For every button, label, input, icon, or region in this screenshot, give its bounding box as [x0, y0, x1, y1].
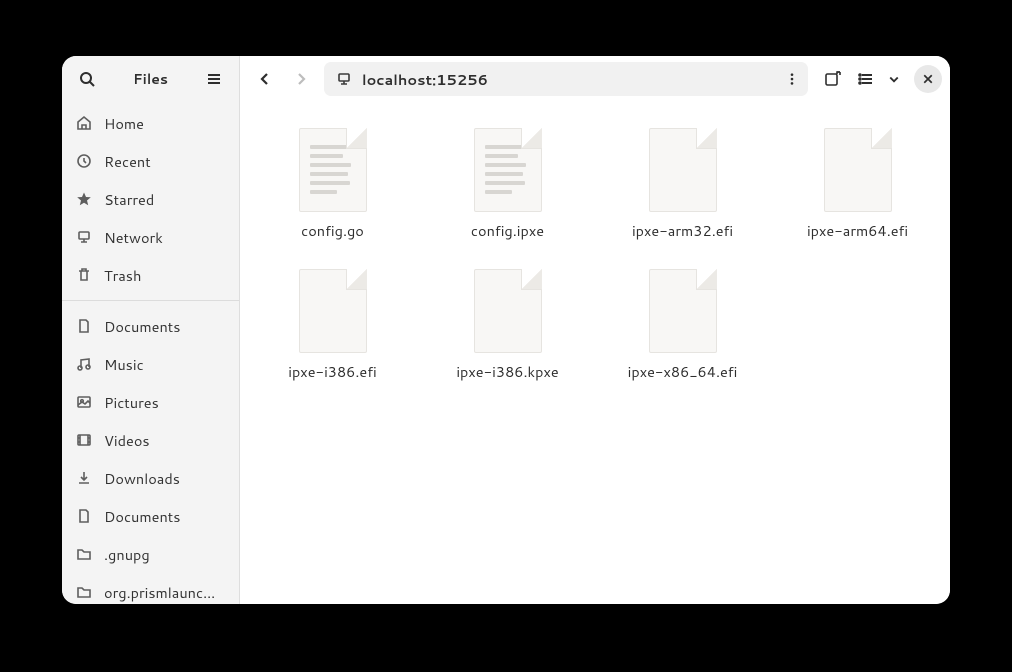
- sidebar-item-gnupg[interactable]: .gnupg: [62, 535, 239, 573]
- hamburger-menu-button[interactable]: [197, 62, 231, 96]
- generic-file-icon: [299, 269, 367, 353]
- generic-file-icon: [474, 269, 542, 353]
- sidebar-item-recent[interactable]: Recent: [62, 142, 239, 180]
- close-button[interactable]: [914, 65, 942, 93]
- download-icon: [76, 470, 92, 486]
- home-icon: [76, 115, 92, 131]
- sidebar-item-label: Music: [104, 354, 144, 375]
- sidebar-item-trash[interactable]: Trash: [62, 256, 239, 294]
- file-item[interactable]: ipxe-arm32.efi: [598, 124, 767, 245]
- sidebar-item-downloads[interactable]: Downloads: [62, 459, 239, 497]
- chevron-right-icon: [293, 71, 309, 87]
- videos-icon: [76, 432, 92, 448]
- toolbar: localhost:15256: [240, 56, 950, 102]
- trash-icon: [76, 267, 92, 283]
- sidebar-item-label: .gnupg: [104, 544, 150, 565]
- generic-file-icon: [649, 269, 717, 353]
- document-icon: [76, 508, 92, 524]
- network-icon: [76, 229, 92, 245]
- sidebar-item-documents2[interactable]: Documents: [62, 497, 239, 535]
- folder-icon: [76, 546, 92, 562]
- hamburger-icon: [206, 71, 222, 87]
- sidebar: Files Home Recent Starred Network: [62, 56, 240, 604]
- document-icon: [76, 318, 92, 334]
- file-label: ipxe-arm32.efi: [632, 220, 733, 241]
- back-button[interactable]: [248, 62, 282, 96]
- address-bar[interactable]: localhost:15256: [324, 62, 808, 96]
- sidebar-item-home[interactable]: Home: [62, 104, 239, 142]
- text-file-icon: [299, 128, 367, 212]
- file-label: config.ipxe: [471, 220, 544, 241]
- sidebar-item-label: Pictures: [104, 392, 159, 413]
- file-label: ipxe-x86_64.efi: [628, 361, 738, 382]
- file-item[interactable]: ipxe-arm64.efi: [773, 124, 942, 245]
- sidebar-item-label: Videos: [104, 430, 150, 451]
- forward-button[interactable]: [284, 62, 318, 96]
- file-label: config.go: [301, 220, 364, 241]
- sidebar-item-prismlauncher[interactable]: org.prismlaunc…: [62, 573, 239, 604]
- chevron-left-icon: [257, 71, 273, 87]
- sidebar-item-pictures[interactable]: Pictures: [62, 383, 239, 421]
- folder-icon: [76, 584, 92, 600]
- sidebar-item-network[interactable]: Network: [62, 218, 239, 256]
- close-icon: [922, 73, 934, 85]
- file-label: ipxe-i386.efi: [288, 361, 377, 382]
- new-tab-icon: [824, 70, 842, 88]
- sidebar-item-label: Documents: [104, 506, 180, 527]
- new-tab-button[interactable]: [816, 62, 850, 96]
- generic-file-icon: [824, 128, 892, 212]
- music-icon: [76, 356, 92, 372]
- sidebar-header: Files: [62, 56, 239, 102]
- address-menu-button[interactable]: [780, 67, 804, 91]
- file-label: ipxe-i386.kpxe: [456, 361, 558, 382]
- view-dropdown-button[interactable]: [880, 62, 908, 96]
- generic-file-icon: [649, 128, 717, 212]
- sidebar-item-label: Network: [104, 227, 163, 248]
- file-item[interactable]: config.go: [248, 124, 417, 245]
- server-icon: [336, 71, 352, 87]
- file-label: ipxe-arm64.efi: [807, 220, 908, 241]
- sidebar-item-label: Recent: [104, 151, 151, 172]
- view-mode-group: [852, 62, 908, 96]
- pictures-icon: [76, 394, 92, 410]
- file-grid: config.go config.ipxe ipxe-arm32.efi ipx…: [240, 102, 950, 604]
- file-item[interactable]: ipxe-x86_64.efi: [598, 265, 767, 386]
- sidebar-item-label: Documents: [104, 316, 180, 337]
- sidebar-item-label: Downloads: [104, 468, 180, 489]
- text-file-icon: [474, 128, 542, 212]
- search-icon: [79, 71, 95, 87]
- kebab-icon: [785, 72, 799, 86]
- app-title: Files: [104, 69, 197, 89]
- sidebar-item-music[interactable]: Music: [62, 345, 239, 383]
- sidebar-list: Home Recent Starred Network Trash Do: [62, 102, 239, 604]
- file-item[interactable]: config.ipxe: [423, 124, 592, 245]
- file-item[interactable]: ipxe-i386.efi: [248, 265, 417, 386]
- chevron-down-icon: [888, 73, 900, 85]
- list-icon: [858, 71, 874, 87]
- address-text: localhost:15256: [362, 69, 780, 90]
- search-button[interactable]: [70, 62, 104, 96]
- star-icon: [76, 191, 92, 207]
- list-view-button[interactable]: [852, 62, 880, 96]
- sidebar-item-label: org.prismlaunc…: [104, 582, 215, 603]
- sidebar-item-label: Trash: [104, 265, 141, 286]
- sidebar-item-videos[interactable]: Videos: [62, 421, 239, 459]
- sidebar-separator: [62, 300, 239, 301]
- sidebar-item-starred[interactable]: Starred: [62, 180, 239, 218]
- sidebar-item-documents[interactable]: Documents: [62, 307, 239, 345]
- sidebar-item-label: Starred: [104, 189, 154, 210]
- main-pane: localhost:15256: [240, 56, 950, 604]
- clock-icon: [76, 153, 92, 169]
- sidebar-item-label: Home: [104, 113, 144, 134]
- file-manager-window: Files Home Recent Starred Network: [62, 56, 950, 604]
- file-item[interactable]: ipxe-i386.kpxe: [423, 265, 592, 386]
